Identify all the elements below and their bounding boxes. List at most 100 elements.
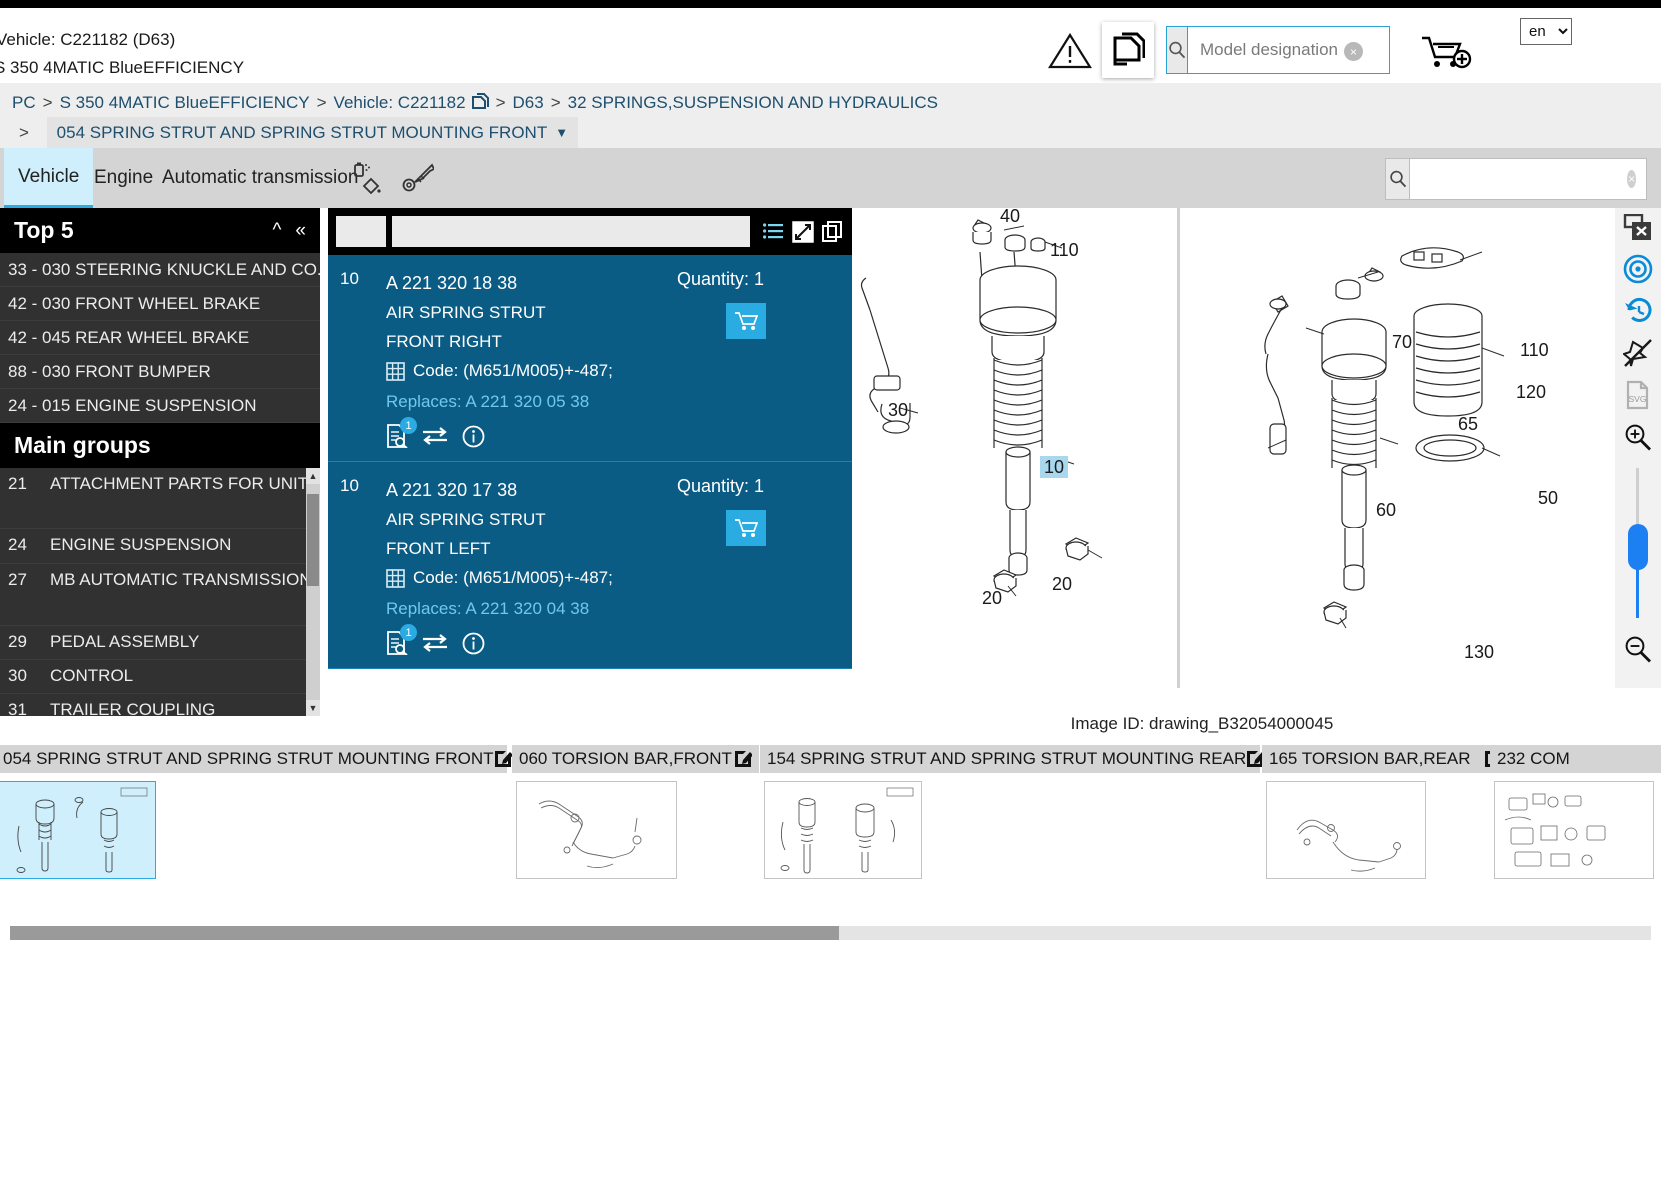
thumbnail-strip[interactable]: 054 SPRING STRUT AND SPRING STRUT MOUNTI…: [0, 745, 1661, 885]
thumbnail-label-row[interactable]: 154 SPRING STRUT AND SPRING STRUT MOUNTI…: [760, 745, 1265, 773]
top5-title: Top 5: [14, 217, 74, 243]
top5-item-4[interactable]: 24 - 015 ENGINE SUSPENSION: [0, 389, 320, 423]
parts-filter-pos-field[interactable]: [336, 216, 386, 247]
parts-filter-field[interactable]: [392, 216, 750, 247]
close-window-icon[interactable]: [1623, 214, 1653, 242]
callout-20b: 20: [982, 588, 1002, 608]
breadcrumb-copy-icon[interactable]: [471, 93, 489, 111]
search-input[interactable]: [1188, 27, 1421, 73]
thumbnail-card[interactable]: 060 TORSION BAR,FRONT: [512, 745, 759, 879]
language-select[interactable]: en: [1520, 18, 1572, 45]
callout-65: 65: [1458, 414, 1478, 434]
top5-item-2[interactable]: 42 - 045 REAR WHEEL BRAKE: [0, 321, 320, 355]
technical-drawing-viewer[interactable]: 40 110 30 20 20 10 110 70 120 65 60 50 1…: [852, 208, 1661, 688]
document-search-icon[interactable]: 1: [386, 624, 417, 655]
breadcrumb-current-dropdown[interactable]: 054 SPRING STRUT AND SPRING STRUT MOUNTI…: [46, 117, 579, 149]
thumbnail-label-row[interactable]: 232 COM: [1490, 745, 1661, 773]
main-group-21[interactable]: 21 ATTACHMENT PARTS FOR UNITS: [0, 468, 320, 529]
thumbnail-image[interactable]: [1266, 781, 1426, 879]
thumbnail-title: 232 COM: [1497, 749, 1570, 768]
list-view-icon[interactable]: [762, 221, 784, 243]
thumbnail-image[interactable]: [764, 781, 922, 879]
edit-icon[interactable]: [494, 750, 512, 768]
cart-add-icon[interactable]: [1420, 34, 1472, 70]
part-replaces[interactable]: Replaces: A 221 320 05 38: [386, 386, 852, 417]
fastener-icon[interactable]: [402, 162, 434, 194]
thumbnail-card[interactable]: 232 COM: [1490, 745, 1661, 879]
main-group-29[interactable]: 29 PEDAL ASSEMBLY: [0, 626, 320, 660]
thumbnail-card[interactable]: 165 TORSION BAR,REAR: [1262, 745, 1509, 879]
document-search-icon[interactable]: 1: [386, 417, 417, 448]
breadcrumb-item-d63[interactable]: D63: [513, 93, 544, 112]
double-chevron-left-icon[interactable]: «: [295, 220, 306, 242]
tab-automatic-transmission[interactable]: Automatic transmission: [148, 148, 372, 208]
breadcrumb-item-group[interactable]: 32 SPRINGS,SUSPENSION AND HYDRAULICS: [568, 93, 938, 112]
part-replaces[interactable]: Replaces: A 221 320 04 38: [386, 593, 852, 624]
edit-icon[interactable]: [734, 750, 752, 768]
search-clear-icon[interactable]: ×: [1344, 42, 1363, 61]
breadcrumb-item-model[interactable]: S 350 4MATIC BlueEFFICIENCY: [60, 93, 310, 112]
scrollbar-thumb[interactable]: [307, 494, 319, 586]
thumbnail-card[interactable]: 054 SPRING STRUT AND SPRING STRUT MOUNTI…: [0, 745, 512, 879]
zoom-slider-handle[interactable]: [1628, 524, 1648, 570]
top5-item-1[interactable]: 42 - 030 FRONT WHEEL BRAKE: [0, 287, 320, 321]
left-sidebar: Top 5 ^ « 33 - 030 STEERING KNUCKLE AND …: [0, 208, 320, 716]
main-group-label: MB AUTOMATIC TRANSMISSION: [50, 570, 312, 589]
exploded-parts-drawing: 40 110 30 20 20 10 110 70 120 65 60 50 1…: [860, 208, 1558, 688]
thumbnail-image[interactable]: [516, 781, 677, 879]
copy-documents-icon[interactable]: [1102, 22, 1154, 78]
zoom-out-icon[interactable]: [1623, 634, 1653, 664]
info-circle-icon[interactable]: [462, 632, 485, 655]
part-code: Code: (M651/M005)+-487;: [413, 568, 613, 587]
copy-icon[interactable]: [822, 220, 844, 243]
exchange-arrows-icon[interactable]: [422, 632, 448, 654]
thumbnail-label-row[interactable]: 054 SPRING STRUT AND SPRING STRUT MOUNTI…: [0, 745, 512, 773]
model-designation-search[interactable]: ×: [1166, 26, 1421, 74]
main-group-30[interactable]: 30 CONTROL: [0, 660, 320, 694]
history-undo-icon[interactable]: [1623, 296, 1653, 326]
breadcrumb-sep: >: [42, 93, 53, 112]
thumbnail-image[interactable]: [0, 781, 156, 879]
main-group-24[interactable]: 24 ENGINE SUSPENSION: [0, 529, 320, 564]
main-group-number: 24: [8, 535, 27, 554]
svg-export-icon[interactable]: SVG: [1623, 380, 1653, 410]
info-circle-icon[interactable]: [462, 425, 485, 448]
vehicle-model-label: S 350 4MATIC BlueEFFICIENCY: [0, 58, 245, 77]
part-add-to-cart-button[interactable]: [726, 510, 766, 546]
paint-spray-icon[interactable]: [352, 162, 382, 194]
part-row[interactable]: 10 A 221 320 17 38 AIR SPRING STRUT FRON…: [328, 462, 852, 669]
scroll-up-icon[interactable]: ▲: [306, 468, 320, 484]
warning-triangle-icon[interactable]: [1048, 32, 1092, 70]
target-focus-icon[interactable]: [1623, 254, 1653, 284]
thumbnail-horizontal-scrollbar[interactable]: [10, 926, 1651, 940]
scroll-down-icon[interactable]: ▼: [306, 700, 320, 716]
breadcrumb-item-pc[interactable]: PC: [12, 93, 36, 112]
part-add-to-cart-button[interactable]: [726, 303, 766, 339]
part-description: AIR SPRING STRUT: [386, 303, 546, 322]
main-group-27[interactable]: 27 MB AUTOMATIC TRANSMISSION: [0, 564, 320, 626]
unpin-icon[interactable]: [1623, 338, 1653, 368]
thumbnail-label-row[interactable]: 060 TORSION BAR,FRONT: [512, 745, 759, 773]
chevron-up-icon[interactable]: ^: [273, 220, 282, 242]
secondary-search-clear-icon[interactable]: ×: [1627, 170, 1636, 188]
scrollbar-thumb[interactable]: [10, 926, 839, 940]
top5-item-0[interactable]: 33 - 030 STEERING KNUCKLE AND CO...: [0, 253, 320, 287]
breadcrumb-item-vehicle[interactable]: Vehicle: C221182: [334, 93, 466, 112]
secondary-search-input[interactable]: [1410, 159, 1628, 199]
part-row[interactable]: 10 A 221 320 18 38 AIR SPRING STRUT FRON…: [328, 255, 852, 462]
main-group-31[interactable]: 31 TRAILER COUPLING: [0, 694, 320, 716]
bottom-filler: [0, 950, 1661, 1204]
image-id-label: Image ID: drawing_B32054000045: [1070, 714, 1334, 733]
top5-item-3[interactable]: 88 - 030 FRONT BUMPER: [0, 355, 320, 389]
drawing-divider: [1178, 208, 1180, 688]
secondary-search[interactable]: ×: [1385, 158, 1647, 200]
exchange-arrows-icon[interactable]: [422, 425, 448, 447]
zoom-in-icon[interactable]: [1623, 422, 1653, 452]
thumbnail-image[interactable]: [1494, 781, 1654, 879]
vehicle-id-label: Vehicle: C221182 (D63): [0, 30, 176, 49]
thumbnail-label-row[interactable]: 165 TORSION BAR,REAR: [1262, 745, 1509, 773]
zoom-slider[interactable]: [1628, 468, 1648, 618]
expand-icon[interactable]: [792, 220, 814, 243]
sidebar-scrollbar[interactable]: ▲ ▼: [306, 468, 320, 716]
thumbnail-card[interactable]: 154 SPRING STRUT AND SPRING STRUT MOUNTI…: [760, 745, 1265, 879]
